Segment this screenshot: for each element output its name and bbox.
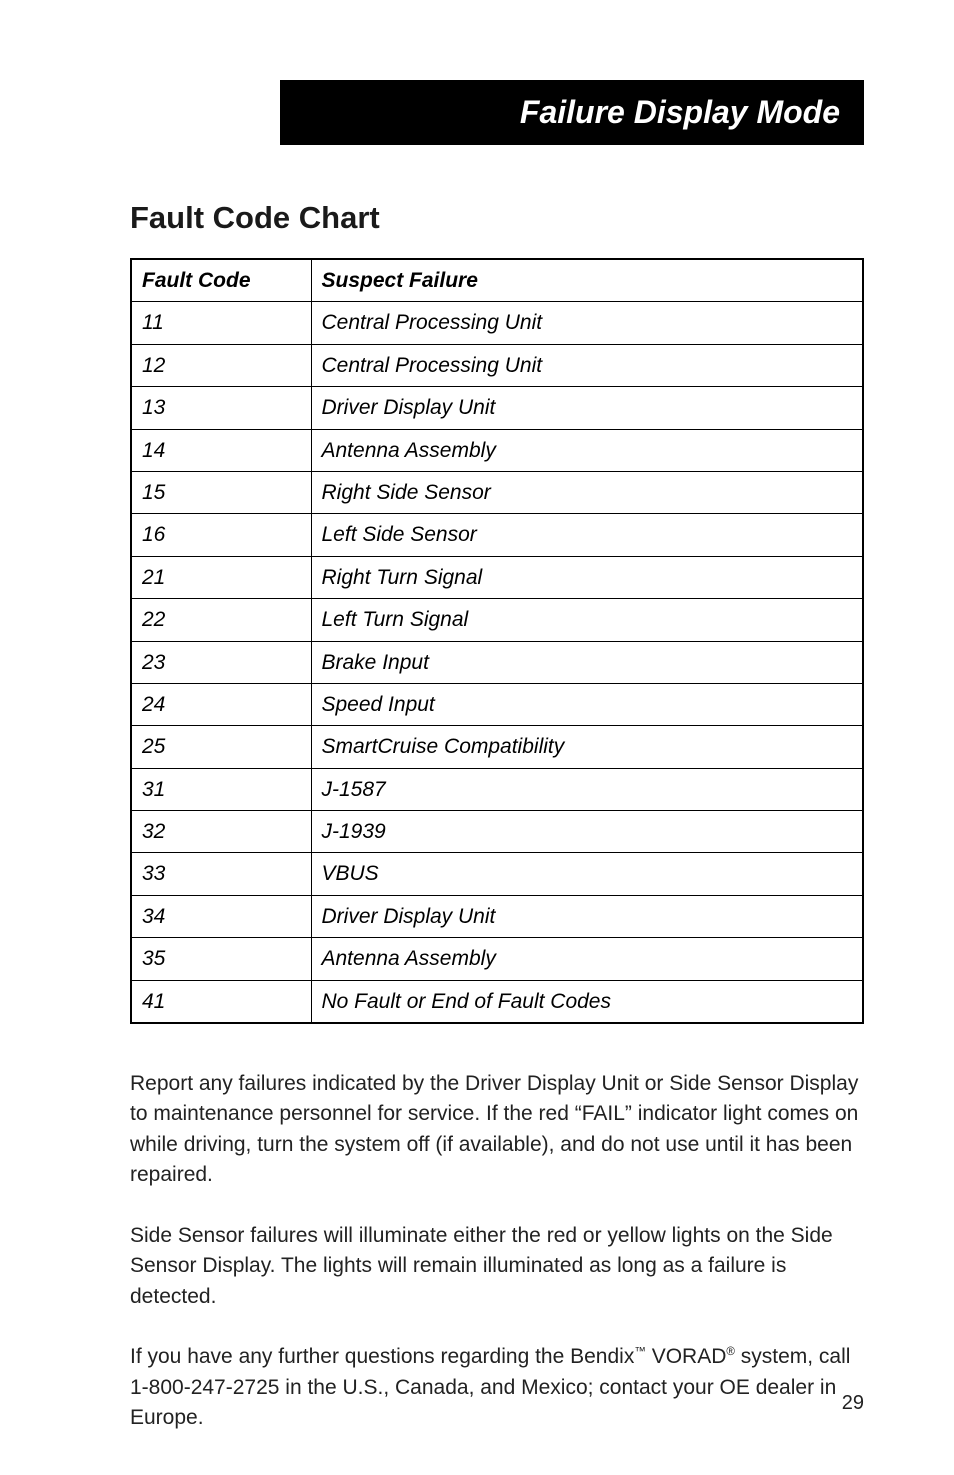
table-header-row: Fault Code Suspect Failure bbox=[131, 259, 863, 302]
header-title: Failure Display Mode bbox=[520, 94, 840, 130]
cell-failure: Central Processing Unit bbox=[311, 344, 863, 386]
cell-failure: Left Turn Signal bbox=[311, 599, 863, 641]
cell-failure: No Fault or End of Fault Codes bbox=[311, 980, 863, 1023]
col-header-suspect-failure: Suspect Failure bbox=[311, 259, 863, 302]
cell-code: 21 bbox=[131, 556, 311, 598]
table-row: 23Brake Input bbox=[131, 641, 863, 683]
table-row: 14Antenna Assembly bbox=[131, 429, 863, 471]
cell-failure: J-1587 bbox=[311, 768, 863, 810]
page-content: Failure Display Mode Fault Code Chart Fa… bbox=[0, 0, 954, 1475]
table-row: 16Left Side Sensor bbox=[131, 514, 863, 556]
cell-code: 11 bbox=[131, 302, 311, 344]
cell-failure: Antenna Assembly bbox=[311, 938, 863, 980]
cell-failure: SmartCruise Compatibility bbox=[311, 726, 863, 768]
registered-symbol: ® bbox=[726, 1346, 735, 1358]
body-text: Report any failures indicated by the Dri… bbox=[130, 1069, 864, 1433]
cell-code: 34 bbox=[131, 895, 311, 937]
page-number: 29 bbox=[842, 1392, 864, 1415]
cell-code: 25 bbox=[131, 726, 311, 768]
cell-failure: VBUS bbox=[311, 853, 863, 895]
cell-failure: J-1939 bbox=[311, 811, 863, 853]
paragraph-2: Side Sensor failures will illuminate eit… bbox=[130, 1221, 864, 1312]
table-row: 12Central Processing Unit bbox=[131, 344, 863, 386]
table-row: 11Central Processing Unit bbox=[131, 302, 863, 344]
cell-failure: Central Processing Unit bbox=[311, 302, 863, 344]
cell-failure: Driver Display Unit bbox=[311, 387, 863, 429]
table-row: 22Left Turn Signal bbox=[131, 599, 863, 641]
cell-failure: Left Side Sensor bbox=[311, 514, 863, 556]
section-title: Fault Code Chart bbox=[130, 200, 864, 236]
trademark-symbol: ™ bbox=[634, 1346, 646, 1358]
cell-code: 32 bbox=[131, 811, 311, 853]
paragraph-3: If you have any further questions regard… bbox=[130, 1342, 864, 1433]
table-row: 32J-1939 bbox=[131, 811, 863, 853]
cell-code: 14 bbox=[131, 429, 311, 471]
cell-code: 31 bbox=[131, 768, 311, 810]
cell-code: 22 bbox=[131, 599, 311, 641]
cell-code: 23 bbox=[131, 641, 311, 683]
cell-code: 41 bbox=[131, 980, 311, 1023]
cell-failure: Right Side Sensor bbox=[311, 471, 863, 513]
table-row: 31J-1587 bbox=[131, 768, 863, 810]
cell-code: 12 bbox=[131, 344, 311, 386]
paragraph-1: Report any failures indicated by the Dri… bbox=[130, 1069, 864, 1191]
cell-code: 13 bbox=[131, 387, 311, 429]
table-row: 13Driver Display Unit bbox=[131, 387, 863, 429]
cell-failure: Speed Input bbox=[311, 683, 863, 725]
cell-failure: Driver Display Unit bbox=[311, 895, 863, 937]
col-header-fault-code: Fault Code bbox=[131, 259, 311, 302]
table-row: 41No Fault or End of Fault Codes bbox=[131, 980, 863, 1023]
cell-code: 24 bbox=[131, 683, 311, 725]
header-bar: Failure Display Mode bbox=[280, 80, 864, 145]
cell-code: 15 bbox=[131, 471, 311, 513]
table-row: 21Right Turn Signal bbox=[131, 556, 863, 598]
table-row: 15Right Side Sensor bbox=[131, 471, 863, 513]
cell-failure: Right Turn Signal bbox=[311, 556, 863, 598]
table-row: 34Driver Display Unit bbox=[131, 895, 863, 937]
table-row: 24Speed Input bbox=[131, 683, 863, 725]
table-row: 33VBUS bbox=[131, 853, 863, 895]
cell-code: 35 bbox=[131, 938, 311, 980]
cell-code: 16 bbox=[131, 514, 311, 556]
cell-code: 33 bbox=[131, 853, 311, 895]
cell-failure: Antenna Assembly bbox=[311, 429, 863, 471]
cell-failure: Brake Input bbox=[311, 641, 863, 683]
table-row: 25SmartCruise Compatibility bbox=[131, 726, 863, 768]
fault-code-table: Fault Code Suspect Failure 11Central Pro… bbox=[130, 258, 864, 1024]
table-row: 35Antenna Assembly bbox=[131, 938, 863, 980]
